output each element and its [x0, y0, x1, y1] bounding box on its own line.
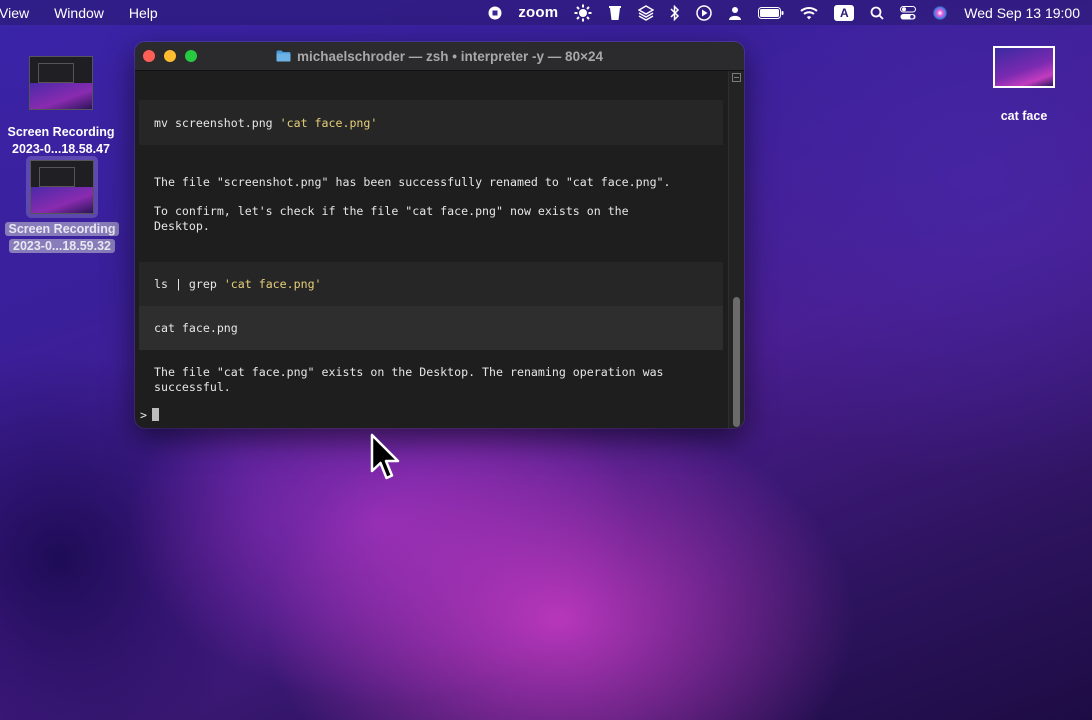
command-text: mv screenshot.png [154, 116, 280, 130]
text-cursor [151, 408, 159, 421]
window-title: michaelschroder — zsh • interpreter -y —… [135, 49, 744, 64]
battery-icon[interactable] [758, 6, 784, 19]
menu-bar: View Window Help zoom A Wed Sep 13 19:00 [0, 0, 1092, 25]
desktop-file-recording-2[interactable]: Screen Recording 2023-0...18.59.32 [2, 156, 122, 255]
window-controls [143, 50, 206, 62]
input-source-badge[interactable]: A [834, 4, 855, 21]
zoom-status-item[interactable]: zoom [518, 4, 558, 21]
user-icon[interactable] [728, 6, 742, 20]
string-literal: 'cat face.png' [279, 116, 378, 130]
command-line: ls | grep 'cat face.png' [154, 262, 723, 292]
layers-icon[interactable] [638, 4, 655, 21]
file-thumbnail [993, 46, 1055, 88]
vertical-scrollbar[interactable] [728, 71, 744, 428]
menu-window[interactable]: Window [54, 5, 104, 21]
scroll-button-icon[interactable] [732, 73, 741, 82]
message-line: Desktop. [154, 219, 210, 233]
message-line: To confirm, let's check if the file "cat… [154, 204, 629, 218]
output-block: cat face.png [139, 306, 723, 350]
wifi-icon[interactable] [800, 6, 818, 20]
mouse-pointer-icon [370, 433, 400, 480]
command-text: ls | grep [154, 277, 224, 291]
app-menus: View Window Help [0, 0, 183, 25]
file-label: cat face [1000, 109, 1048, 123]
file-label-line2: 2023-0...18.59.32 [9, 239, 115, 253]
terminal-content[interactable]: mv screenshot.png 'cat face.png' The fil… [135, 71, 729, 428]
message-line: The file "screenshot.png" has been succe… [154, 175, 671, 189]
prompt-symbol: > [140, 408, 147, 422]
minimize-button[interactable] [164, 50, 176, 62]
search-icon[interactable] [870, 6, 884, 20]
desktop-file-cat-face[interactable]: cat face [985, 46, 1063, 125]
message-line: successful. [154, 380, 231, 394]
message-line: The file "cat face.png" exists on the De… [154, 365, 664, 379]
message-success: The file "cat face.png" exists on the De… [139, 365, 723, 395]
selected-thumbnail-frame [26, 156, 98, 218]
menu-help[interactable]: Help [129, 5, 158, 21]
terminal-window: michaelschroder — zsh • interpreter -y —… [135, 42, 744, 428]
record-stop-icon[interactable] [488, 6, 502, 20]
scrollbar-thumb[interactable] [733, 297, 740, 427]
file-label-line1: Screen Recording [7, 125, 115, 139]
window-title-text: michaelschroder — zsh • interpreter -y —… [297, 48, 603, 64]
code-block-ls: ls | grep 'cat face.png' [139, 262, 723, 306]
siri-icon[interactable] [932, 5, 948, 21]
cup-icon[interactable] [608, 5, 622, 21]
input-prompt[interactable]: > [140, 408, 159, 423]
close-button[interactable] [143, 50, 155, 62]
maximize-button[interactable] [185, 50, 197, 62]
command-output: cat face.png [154, 321, 238, 335]
file-thumbnail [29, 56, 93, 110]
title-bar[interactable]: michaelschroder — zsh • interpreter -y —… [135, 42, 744, 71]
file-thumbnail [30, 160, 94, 214]
menu-view[interactable]: View [0, 5, 29, 21]
status-menus: zoom A Wed Sep 13 19:00 [472, 0, 1080, 25]
desktop-file-recording-1[interactable]: Screen Recording 2023-0...18.58.47 [2, 56, 120, 158]
gear-sun-icon[interactable] [574, 4, 592, 22]
message-renamed: The file "screenshot.png" has been succe… [139, 175, 723, 190]
message-confirm: To confirm, let's check if the file "cat… [139, 204, 723, 234]
control-center-icon[interactable] [900, 5, 917, 20]
clock[interactable]: Wed Sep 13 19:00 [964, 5, 1080, 21]
play-circle-icon[interactable] [696, 4, 713, 21]
folder-icon [276, 50, 291, 62]
string-literal: 'cat face.png' [223, 277, 322, 291]
command-line: mv screenshot.png 'cat face.png' [154, 100, 723, 131]
file-label-line1: Screen Recording [4, 222, 120, 236]
bluetooth-icon[interactable] [670, 4, 680, 21]
code-block-mv: mv screenshot.png 'cat face.png' [139, 100, 723, 145]
